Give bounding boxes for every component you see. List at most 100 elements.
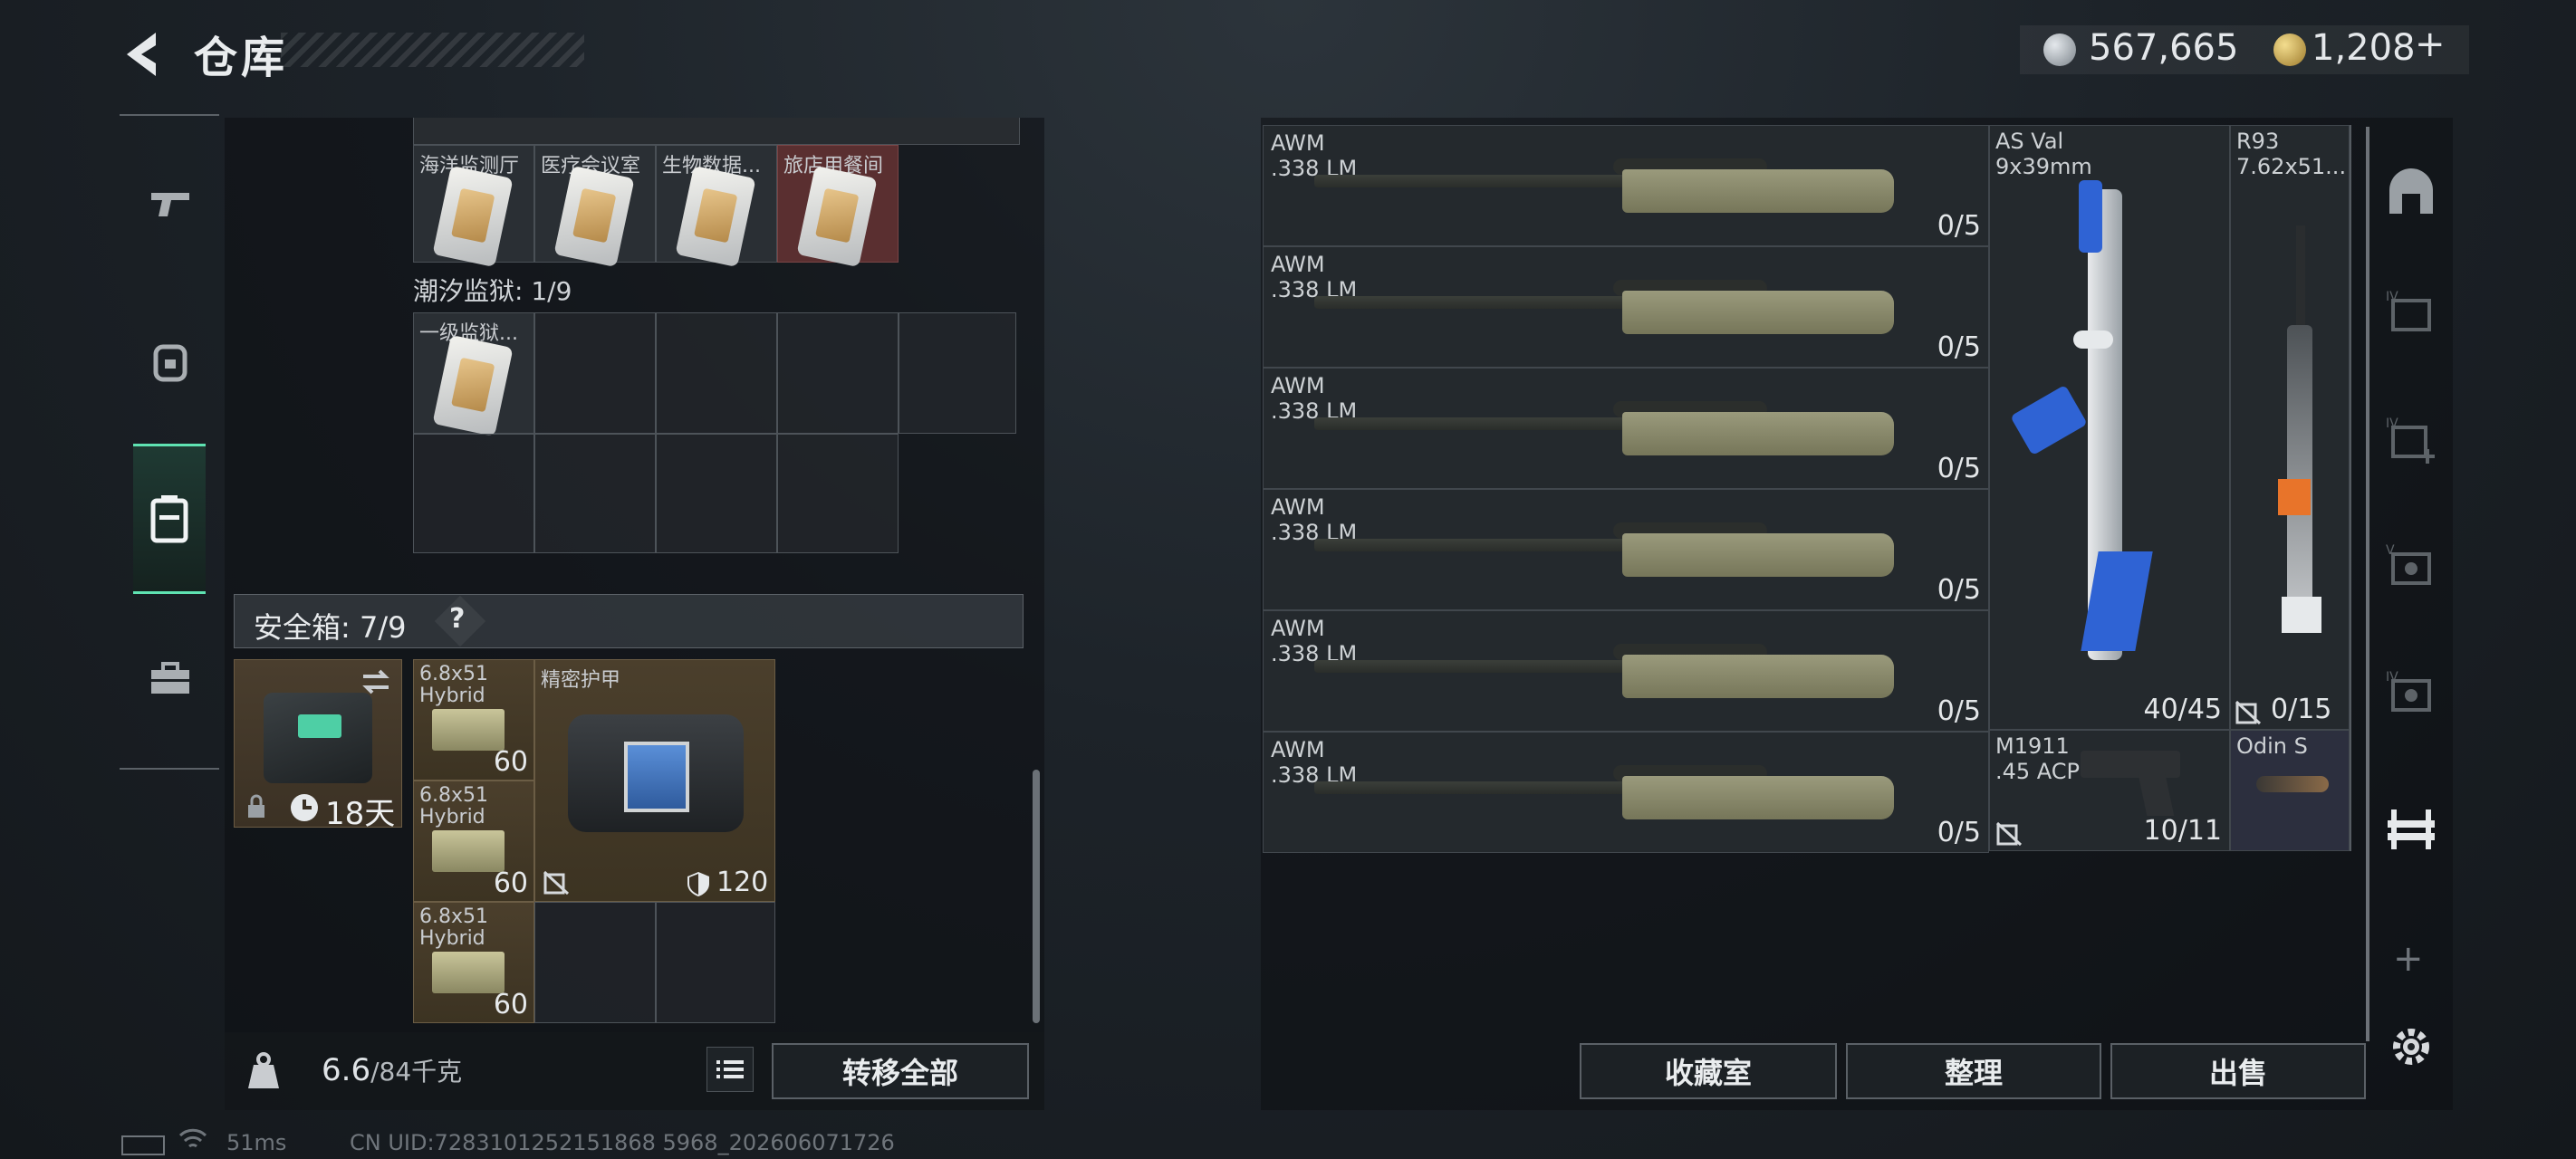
keycard-slot[interactable]: 医疗会议室 [534,145,656,268]
title-stripe [281,33,584,67]
shelf-iv-tab[interactable]: IV [2379,281,2444,346]
weapon-caliber: .45 ACP [1995,759,2081,784]
safebox-slot[interactable]: 18天 [234,659,402,832]
weapon-slot-awm[interactable]: AWM .338 LM 0/5 [1263,489,1989,610]
weapon-name: AWM [1271,616,1325,641]
ammo-box-icon [432,952,505,993]
sell-button[interactable]: 出售 [2110,1043,2366,1099]
nav-tools[interactable] [131,629,209,729]
gun-rack-icon [2388,809,2435,849]
empty-slot[interactable] [534,902,656,1023]
weapon-ammo: 0/15 [2271,694,2332,725]
empty-slot[interactable] [534,312,656,434]
weapon-slot-odin[interactable]: Odin S [2230,730,2350,851]
nav-weapons[interactable] [131,154,209,254]
empty-slot[interactable] [899,312,1016,434]
keycard-slot[interactable]: 生物数据... [656,145,777,268]
weapon-slot-awm[interactable]: AWM .338 LM 0/5 [1263,368,1989,489]
keycard-slot[interactable]: 一级监狱... [413,312,534,437]
weapon-ammo: 10/11 [2143,815,2222,847]
weapon-ammo: 0/5 [1937,331,1981,363]
shelf-iv-plus-tab[interactable]: IV [2379,407,2444,473]
settings-gear-icon[interactable] [2388,1023,2435,1074]
safebox-title: 安全箱: 7/9 [254,610,407,645]
keycard-slot[interactable]: 海洋监测厅 [413,145,534,268]
ammo-slot[interactable]: 6.8x51 Hybrid 60 [413,902,534,1023]
nav-backpack[interactable] [133,444,206,594]
shelter-icon [2389,168,2433,214]
keycard-slot[interactable]: 旅店用餐间 [777,145,899,268]
weight-icon [248,1052,279,1088]
ammo-slot[interactable]: 6.8x51 Hybrid 60 [413,781,534,902]
armor-label: 精密护甲 [541,669,621,692]
collection-room-button[interactable]: 收藏室 [1580,1043,1837,1099]
svg-text:IV: IV [2386,417,2398,431]
weapon-slot-asval[interactable]: AS Val 9x39mm 40/45 [1989,125,2230,730]
weapon-name: AWM [1271,252,1325,277]
awm-rifle-icon [1314,158,1894,213]
list-view-button[interactable] [706,1047,754,1092]
weapon-slot-awm[interactable]: AWM .338 LM 0/5 [1263,610,1989,732]
weapon-ammo: 0/5 [1937,817,1981,848]
empty-slot[interactable] [777,434,899,553]
empty-slot[interactable] [656,902,775,1023]
ammo-slot[interactable]: 6.8x51 Hybrid 60 [413,659,534,781]
swap-icon[interactable] [360,667,392,696]
ammo-label: 6.8x51 Hybrid [419,664,489,707]
back-arrow-icon[interactable] [118,27,172,81]
shelf-v-icon: V [2386,543,2431,585]
partial-row [413,118,1020,145]
weapon-name: M1911 [1995,733,2070,759]
empty-slot[interactable] [656,312,777,434]
armor-bag-icon [568,714,744,832]
weapon-caliber: 9x39mm [1995,154,2092,179]
silver-coin-icon [2043,34,2076,66]
weapon-slot-awm[interactable]: AWM .338 LM 0/5 [1263,125,1989,246]
pistol-icon [151,193,189,216]
shelf-iv-plus-icon: IV [2386,417,2435,464]
ammo-label: 6.8x51 Hybrid [419,785,489,829]
ammo-count: 60 [493,989,528,1020]
shelf-iv-b-tab[interactable]: IV [2379,661,2444,726]
shelf-iv-icon: IV [2386,290,2431,331]
prison-section-label: 潮汐监狱: 1/9 [413,276,572,306]
wifi-icon [178,1128,207,1148]
weapon-slot-m1911[interactable]: M1911 .45 ACP 10/11 [1989,730,2230,851]
awm-rifle-icon [1314,280,1894,334]
weapon-ammo: 0/5 [1937,453,1981,484]
keycard-icon [675,165,756,268]
lock-icon [248,794,264,818]
empty-slot[interactable] [534,434,656,553]
awm-rifle-icon [1314,765,1894,819]
help-icon[interactable]: ? [449,603,465,635]
shelf-v-tab[interactable]: V [2379,534,2444,599]
ammo-label: 6.8x51 Hybrid [419,906,489,950]
organize-button[interactable]: 整理 [1846,1043,2101,1099]
no-transfer-icon [2235,700,2262,725]
weapon-ammo: 0/5 [1937,574,1981,606]
keycard-icon [432,334,514,437]
armor-durability: 120 [716,867,769,898]
add-tab-button[interactable]: + [2393,938,2424,980]
weapon-name: AWM [1271,494,1325,520]
weapon-slot-r93[interactable]: R93 7.62x51... 0/15 [2230,125,2350,730]
shelter-tab[interactable] [2379,158,2444,223]
empty-slot[interactable] [413,434,534,553]
empty-slot[interactable] [656,434,777,553]
nav-armor[interactable] [131,312,209,412]
uid: CN UID:7283101252151868 5968_20260607172… [350,1130,895,1155]
empty-slot[interactable] [777,312,899,434]
add-currency-button[interactable]: + [2415,24,2446,65]
gold-currency-value: 1,208 [2312,27,2416,69]
armor-slot[interactable]: 精密护甲 120 [534,659,775,902]
gun-rack-tab[interactable] [2379,797,2444,862]
awm-rifle-icon [1314,522,1894,577]
weapon-ammo: 0/5 [1937,695,1981,727]
safebox-icon [264,693,372,783]
battery-icon [121,1135,165,1155]
scrollbar[interactable] [1033,770,1040,1023]
transfer-all-button[interactable]: 转移全部 [772,1043,1029,1099]
weight-value: 6.6/84千克 [322,1052,463,1088]
weapon-slot-awm[interactable]: AWM .338 LM 0/5 [1263,246,1989,368]
weapon-slot-awm[interactable]: AWM .338 LM 0/5 [1263,732,1989,853]
